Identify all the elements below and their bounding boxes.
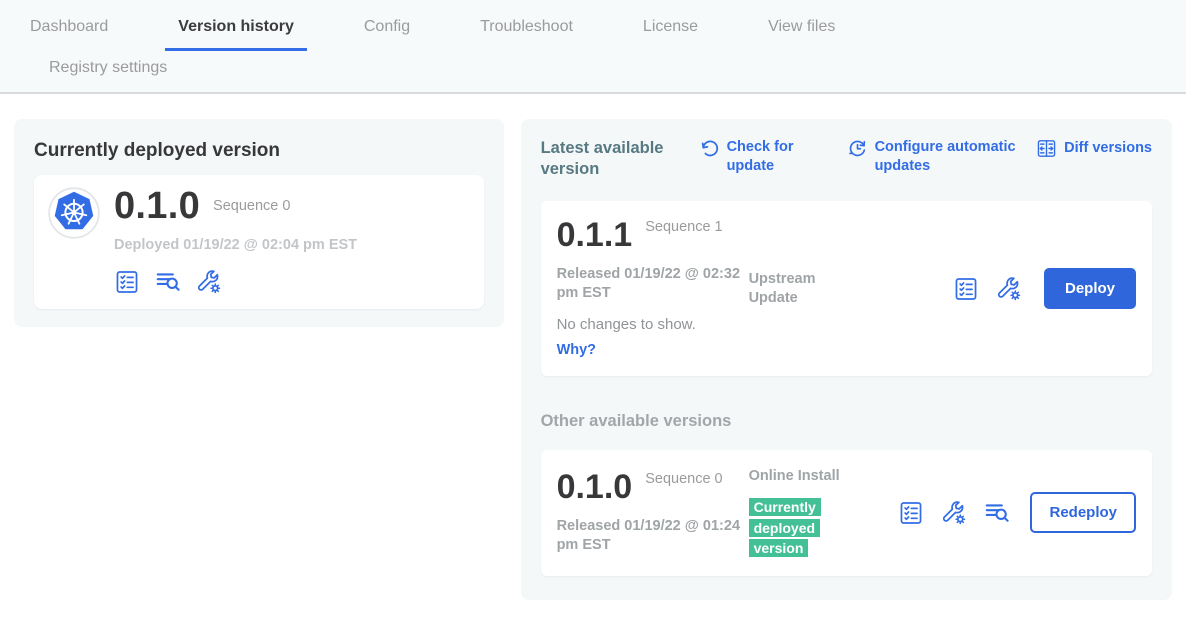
latest-version-number: 0.1.1 bbox=[557, 218, 633, 252]
app-subnav: Dashboard Version history Config Trouble… bbox=[0, 0, 1186, 94]
deploy-button[interactable]: Deploy bbox=[1044, 268, 1136, 309]
tab-registry-settings[interactable]: Registry settings bbox=[36, 57, 180, 92]
tab-config[interactable]: Config bbox=[351, 16, 423, 51]
version-history-page: Currently deployed version bbox=[0, 94, 1186, 625]
latest-source-label: Upstream Update bbox=[749, 270, 841, 308]
why-link[interactable]: Why? bbox=[557, 342, 596, 358]
edit-config-icon[interactable] bbox=[996, 276, 1022, 302]
tab-view-files[interactable]: View files bbox=[755, 16, 848, 51]
check-for-update-link[interactable]: Check for update bbox=[699, 138, 807, 176]
tab-license[interactable]: License bbox=[630, 16, 711, 51]
other-versions-title: Other available versions bbox=[541, 412, 1152, 431]
other-version-info: 0.1.0 Sequence 0 Released 01/19/22 @ 01:… bbox=[557, 470, 749, 555]
deployed-timestamp: Deployed 01/19/22 @ 02:04 pm EST bbox=[114, 237, 357, 253]
available-card-header: Latest available version Check for updat… bbox=[541, 138, 1152, 180]
tab-troubleshoot[interactable]: Troubleshoot bbox=[467, 16, 586, 51]
deployed-sequence-label: Sequence 0 bbox=[213, 198, 290, 214]
deployed-version-info: 0.1.0 Sequence 0 Deployed 01/19/22 @ 02:… bbox=[114, 187, 357, 295]
latest-version-row: 0.1.1 Sequence 1 Released 01/19/22 @ 02:… bbox=[541, 201, 1152, 376]
auto-update-clock-icon bbox=[847, 138, 868, 159]
available-card-title: Latest available version bbox=[541, 138, 681, 180]
tab-version-history[interactable]: Version history bbox=[165, 16, 307, 51]
app-root: Dashboard Version history Config Trouble… bbox=[0, 0, 1186, 640]
deployed-version-number: 0.1.0 bbox=[114, 187, 200, 225]
refresh-arrow-icon bbox=[699, 138, 720, 159]
latest-released-timestamp: Released 01/19/22 @ 02:32 pm EST bbox=[557, 265, 743, 303]
edit-config-icon[interactable] bbox=[941, 500, 967, 526]
edit-config-icon[interactable] bbox=[196, 269, 222, 295]
deployed-card-title: Currently deployed version bbox=[34, 140, 484, 162]
deployed-version-panel: 0.1.0 Sequence 0 Deployed 01/19/22 @ 02:… bbox=[34, 175, 484, 309]
currently-deployed-card: Currently deployed version bbox=[14, 119, 504, 327]
redeploy-button[interactable]: Redeploy bbox=[1030, 492, 1136, 533]
diff-columns-icon bbox=[1036, 138, 1057, 159]
latest-changes-note: No changes to show. bbox=[557, 316, 749, 333]
view-logs-icon[interactable] bbox=[155, 269, 181, 295]
deployed-action-icons bbox=[114, 269, 357, 295]
kubernetes-logo-icon bbox=[48, 187, 100, 239]
other-version-row: 0.1.0 Sequence 0 Released 01/19/22 @ 01:… bbox=[541, 450, 1152, 576]
latest-actions: Deploy bbox=[953, 268, 1136, 309]
other-actions: Redeploy bbox=[898, 492, 1136, 533]
preflight-checks-icon[interactable] bbox=[114, 269, 140, 295]
configure-automatic-updates-link[interactable]: Configure automatic updates bbox=[847, 138, 1030, 176]
currently-deployed-badge: Currently deployed version bbox=[749, 498, 821, 557]
view-logs-icon[interactable] bbox=[984, 500, 1010, 526]
other-version-number: 0.1.0 bbox=[557, 470, 633, 504]
other-source-column: Online Install Currently deployed versio… bbox=[749, 467, 855, 559]
available-versions-card: Latest available version Check for updat… bbox=[521, 119, 1172, 600]
latest-source-column: Upstream Update bbox=[749, 270, 855, 308]
latest-version-info: 0.1.1 Sequence 1 Released 01/19/22 @ 02:… bbox=[557, 218, 749, 359]
nav-tab-list: Dashboard Version history Config Trouble… bbox=[17, 16, 1027, 92]
latest-sequence-label: Sequence 1 bbox=[645, 218, 725, 252]
diff-versions-link[interactable]: Diff versions bbox=[1036, 138, 1152, 159]
preflight-checks-icon[interactable] bbox=[898, 500, 924, 526]
other-sequence-label: Sequence 0 bbox=[645, 470, 725, 504]
other-released-timestamp: Released 01/19/22 @ 01:24 pm EST bbox=[557, 517, 743, 555]
tab-dashboard[interactable]: Dashboard bbox=[17, 16, 121, 51]
preflight-checks-icon[interactable] bbox=[953, 276, 979, 302]
other-source-label: Online Install bbox=[749, 467, 841, 486]
currently-deployed-badge-wrap: Currently deployed version bbox=[749, 497, 843, 559]
